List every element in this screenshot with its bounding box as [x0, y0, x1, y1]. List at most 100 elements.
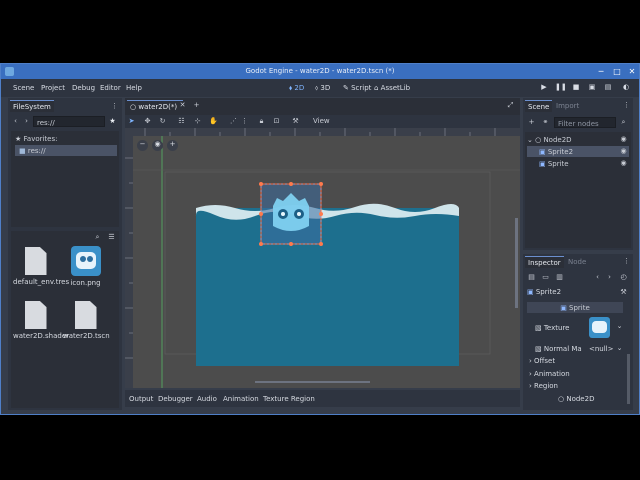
list-view-icon[interactable]: ☰: [107, 233, 116, 242]
scene-tree: ⌄ ○ Node2D ◉ ▣ Sprite2 ◉ ▣ Sprite ◉: [525, 132, 631, 248]
tree-node-node2d[interactable]: ⌄ ○ Node2D: [527, 134, 629, 145]
file-name: water2D.tscn: [63, 332, 110, 340]
mode-3d-button[interactable]: ⬨ 3D: [315, 84, 330, 93]
section-animation[interactable]: › Animation: [529, 370, 570, 378]
tab-inspector[interactable]: Inspector: [525, 256, 564, 268]
texture-icon: ▧: [535, 324, 544, 332]
file-item[interactable]: default_env.tres: [13, 247, 69, 286]
tab-texture-region[interactable]: Texture Region: [263, 395, 315, 403]
texture-preview[interactable]: [589, 317, 610, 338]
back-arrow-icon[interactable]: ‹: [11, 117, 20, 126]
tab-output[interactable]: Output: [129, 395, 153, 403]
mode-assetlib-button[interactable]: ⌂ AssetLib: [374, 84, 410, 92]
sprite-icon: ▣: [560, 304, 570, 312]
tab-debugger[interactable]: Debugger: [158, 395, 193, 403]
tab-filesystem[interactable]: FileSystem: [10, 100, 54, 112]
close-button[interactable]: ✕: [626, 66, 638, 77]
search-icon[interactable]: ⌕: [93, 233, 102, 242]
favorites-row[interactable]: ★ Favorites:: [15, 133, 115, 144]
tab-scene[interactable]: Scene: [525, 100, 553, 112]
document-icon: [24, 247, 47, 275]
pan-tool-icon[interactable]: ✋: [209, 117, 218, 126]
menu-scene[interactable]: Scene: [13, 84, 34, 92]
star-favorite-icon[interactable]: ★: [108, 117, 117, 126]
tab-audio[interactable]: Audio: [197, 395, 217, 403]
visibility-eye-icon[interactable]: ◉: [619, 147, 628, 156]
history-icon[interactable]: ◴: [619, 273, 628, 282]
zoom-out-icon[interactable]: −: [137, 140, 148, 151]
play-icon[interactable]: ▶: [539, 83, 549, 93]
mode-script-button[interactable]: ✎ Script: [343, 84, 371, 92]
add-node-icon[interactable]: +: [527, 118, 536, 127]
menu-project[interactable]: Project: [41, 84, 65, 92]
search-icon[interactable]: ⌕: [619, 118, 628, 127]
pause-icon[interactable]: ❚❚: [555, 83, 567, 93]
sprite-icon: ▣: [539, 160, 548, 168]
filter-nodes-input[interactable]: Filter nodes: [554, 117, 616, 128]
object-menu-icon[interactable]: ⚒: [619, 288, 628, 297]
mode-2d-button[interactable]: ⬧ 2D: [289, 84, 304, 93]
bones-icon[interactable]: ⚒: [291, 117, 300, 126]
play-scene-icon[interactable]: ▣: [587, 83, 597, 93]
folder-res-row[interactable]: ■ res://: [15, 145, 117, 156]
tree-node-sprite[interactable]: ▣ Sprite: [527, 158, 629, 169]
file-item[interactable]: water2D.tscn: [63, 301, 110, 340]
history-forward-icon[interactable]: ›: [605, 273, 614, 282]
lock-icon[interactable]: 🔒︎: [257, 117, 266, 126]
dock-menu-icon[interactable]: ⋮: [622, 101, 631, 110]
select-tool-icon[interactable]: ➤: [127, 117, 136, 126]
section-offset[interactable]: › Offset: [529, 357, 555, 365]
link-icon[interactable]: ⚭: [541, 118, 550, 127]
visibility-eye-icon[interactable]: ◉: [619, 159, 628, 168]
normal-map-value[interactable]: <null>: [589, 345, 614, 353]
view-menu[interactable]: View: [313, 117, 330, 125]
section-region[interactable]: › Region: [529, 382, 558, 390]
star-icon: ★: [15, 135, 24, 143]
maximize-button[interactable]: □: [611, 66, 623, 77]
file-item[interactable]: water2D.shader: [13, 301, 69, 340]
zoom-in-icon[interactable]: +: [167, 140, 178, 151]
snap-icon[interactable]: ⋰: [229, 117, 238, 126]
path-field[interactable]: res://: [33, 116, 105, 127]
close-tab-icon[interactable]: ✕: [178, 101, 187, 110]
tab-animation[interactable]: Animation: [223, 395, 259, 403]
new-resource-icon[interactable]: ▤: [527, 273, 536, 282]
menu-debug[interactable]: Debug: [72, 84, 95, 92]
document-icon: [24, 301, 47, 329]
forward-arrow-icon[interactable]: ›: [22, 117, 31, 126]
save-resource-icon[interactable]: ▥: [555, 273, 564, 282]
chevron-down-icon[interactable]: ⌄: [615, 344, 624, 353]
move-tool-icon[interactable]: ✥: [143, 117, 152, 126]
stop-icon[interactable]: ■: [571, 83, 581, 93]
open-resource-icon[interactable]: ▭: [541, 273, 550, 282]
tab-water2d-scene[interactable]: ○ water2D(*): [127, 100, 183, 112]
chevron-down-icon[interactable]: ⌄: [615, 322, 624, 331]
zoom-reset-icon[interactable]: ◉: [152, 140, 163, 151]
new-tab-button[interactable]: +: [192, 101, 201, 110]
pivot-tool-icon[interactable]: ⊹: [193, 117, 202, 126]
distraction-free-icon[interactable]: ⤢: [506, 101, 515, 110]
history-back-icon[interactable]: ‹: [593, 273, 602, 282]
list-select-icon[interactable]: ☷: [177, 117, 186, 126]
play-custom-icon[interactable]: ▤: [603, 83, 613, 93]
rotate-tool-icon[interactable]: ↻: [158, 117, 167, 126]
tab-import[interactable]: Import: [553, 100, 582, 112]
object-selector[interactable]: ▣ Sprite2: [527, 288, 561, 296]
canvas-viewport[interactable]: − ◉ +: [125, 128, 520, 388]
file-item[interactable]: icon.png: [63, 246, 108, 287]
visibility-eye-icon[interactable]: ◉: [619, 135, 628, 144]
menu-editor[interactable]: Editor: [100, 84, 121, 92]
inspector-scrollbar[interactable]: [627, 354, 630, 404]
dock-menu-icon[interactable]: ⋮: [110, 102, 119, 111]
unlock-icon[interactable]: ⊡: [272, 117, 281, 126]
tab-node[interactable]: Node: [565, 256, 589, 268]
dock-menu-icon[interactable]: ⋮: [622, 257, 631, 266]
menu-help[interactable]: Help: [126, 84, 142, 92]
file-name: icon.png: [70, 279, 101, 287]
object-label: Sprite2: [535, 288, 562, 296]
inspector-dock: Inspector Node ⋮ ▤ ▭ ▥ ‹ › ◴ ▣ Sprite2 ⚒…: [523, 254, 633, 410]
godot-sprite: [273, 193, 309, 231]
tree-node-sprite2[interactable]: ▣ Sprite2: [527, 146, 629, 157]
snap-options-icon[interactable]: ⋮: [240, 117, 249, 126]
minimize-button[interactable]: ─: [595, 66, 607, 77]
